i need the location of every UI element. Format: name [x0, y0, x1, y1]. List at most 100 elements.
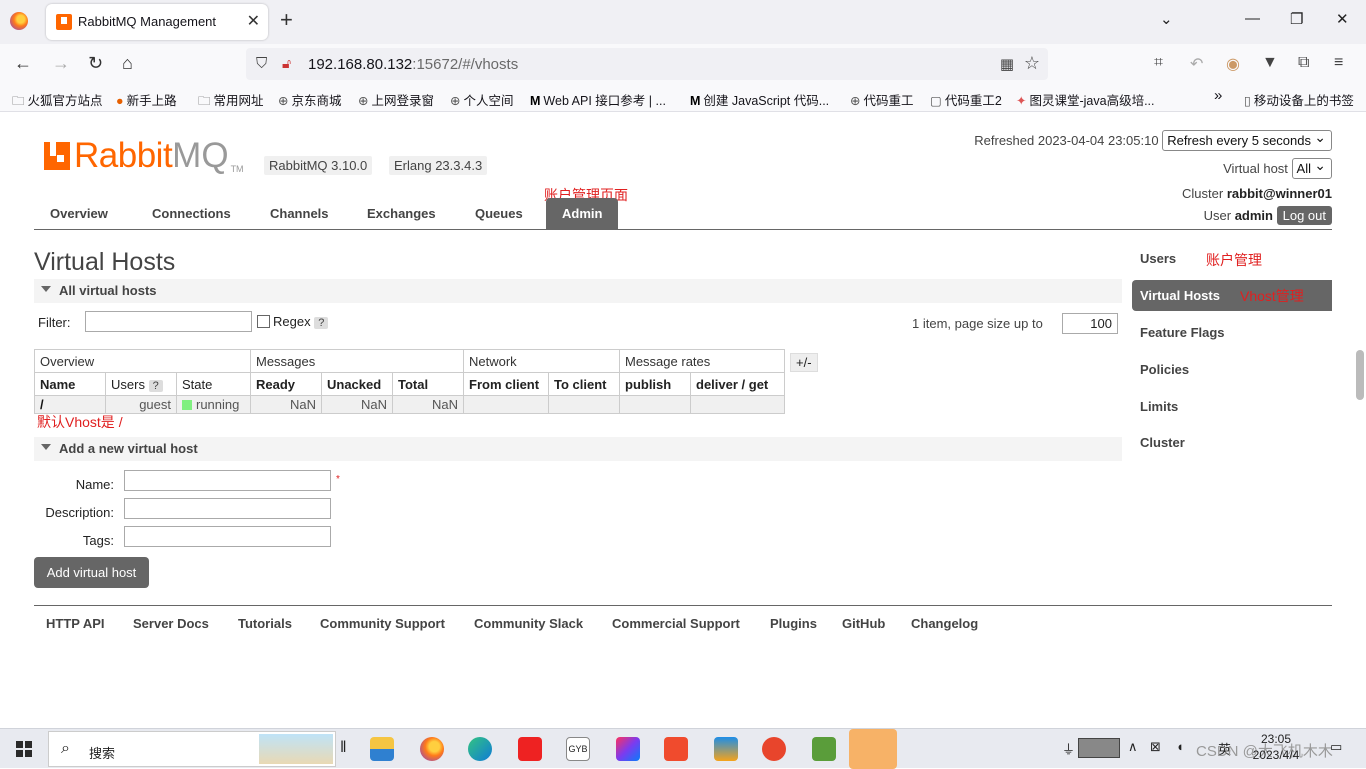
tab-connections[interactable]: Connections	[152, 206, 231, 221]
rabbitmq-logo[interactable]: RabbitMQ TM	[44, 136, 244, 176]
taskbar-clock[interactable]: 23:05 2023/4/4	[1246, 731, 1306, 763]
notification-icon[interactable]: ▭	[1330, 739, 1342, 755]
users-help-button[interactable]: ?	[148, 379, 163, 392]
bookmark-item[interactable]: M Web API 接口参考 | ...	[530, 90, 666, 109]
col-total[interactable]: Total	[392, 372, 464, 396]
tab-exchanges[interactable]: Exchanges	[367, 206, 436, 221]
address-bar[interactable]: ⛉ 🔓︎ 192.168.80.132:15672/#/vhosts ▦ ☆	[246, 48, 1048, 80]
footer-link-community-slack[interactable]: Community Slack	[474, 616, 583, 631]
footer-link-tutorials[interactable]: Tutorials	[238, 616, 292, 631]
sidebar-item-limits[interactable]: Limits	[1140, 399, 1178, 414]
bookmarks-overflow-icon[interactable]: »	[1214, 87, 1222, 104]
bookmark-item[interactable]: ⊕ 代码重工	[850, 90, 914, 109]
footer-link-server-docs[interactable]: Server Docs	[133, 616, 209, 631]
bookmark-item[interactable]: 🗀︎ 火狐官方站点	[12, 90, 103, 113]
firefox-icon[interactable]	[10, 12, 28, 30]
bookmark-item[interactable]: ⊕ 上网登录窗	[358, 90, 434, 109]
tab-overview[interactable]: Overview	[50, 206, 108, 221]
table-row[interactable]: / guest running NaN NaN NaN	[34, 395, 785, 414]
url-text[interactable]: 192.168.80.132:15672/#/vhosts	[308, 56, 518, 73]
windows-start-icon[interactable]	[16, 741, 32, 757]
sidebar-item-policies[interactable]: Policies	[1140, 362, 1189, 377]
youdao-icon[interactable]	[518, 737, 542, 761]
extensions-puzzle-icon[interactable]: ⧉	[1298, 54, 1309, 72]
firefox-icon[interactable]	[420, 737, 444, 761]
tray-battery-icon[interactable]	[1078, 738, 1120, 758]
vhost-name-link[interactable]: /	[34, 395, 106, 414]
reload-icon[interactable]: ↻	[88, 52, 103, 74]
footer-link-commercial-support[interactable]: Commercial Support	[612, 616, 740, 631]
vhost-select[interactable]: All	[1291, 157, 1332, 179]
qr-code-icon[interactable]: ▦	[1000, 55, 1014, 73]
regex-help-button[interactable]: ?	[314, 317, 329, 329]
xmind-icon[interactable]	[664, 737, 688, 761]
sidebar-item-cluster[interactable]: Cluster	[1140, 435, 1185, 450]
menu-hamburger-icon[interactable]: ≡	[1334, 54, 1343, 72]
minimize-icon[interactable]: —	[1245, 10, 1260, 27]
add-virtual-host-button[interactable]: Add virtual host	[34, 557, 149, 588]
bookmark-item[interactable]: ⊕ 个人空间	[450, 90, 514, 109]
footer-link-http-api[interactable]: HTTP API	[46, 616, 105, 631]
col-publish[interactable]: publish	[619, 372, 691, 396]
tab-admin[interactable]: Admin	[546, 198, 619, 230]
extension-v-icon[interactable]: ▼	[1262, 54, 1278, 72]
bookmark-item[interactable]: 🗀︎ 常用网址	[198, 90, 264, 113]
bookmark-item[interactable]: ✦ 图灵课堂-java高级培...	[1016, 90, 1155, 109]
add-vhost-section-toggle[interactable]: Add a new virtual host	[34, 437, 1122, 461]
close-window-icon[interactable]: ✕	[1336, 10, 1349, 28]
money-icon[interactable]	[812, 737, 836, 761]
bookmark-item[interactable]: ⊕ 京东商城	[278, 90, 342, 109]
vhost-description-input[interactable]	[124, 498, 331, 519]
back-arrow-icon[interactable]: ←	[14, 52, 32, 74]
col-from-client[interactable]: From client	[463, 372, 549, 396]
snail-icon[interactable]	[762, 737, 786, 761]
vmware-icon[interactable]	[714, 737, 738, 761]
footer-link-plugins[interactable]: Plugins	[770, 616, 817, 631]
filter-input[interactable]	[85, 311, 252, 332]
screenshot-crop-icon[interactable]: ⌗	[1154, 54, 1163, 72]
close-tab-icon[interactable]: ✕	[247, 11, 260, 31]
taskbar-search-box[interactable]: ⌕ 搜索	[48, 731, 336, 767]
sidebar-item-users[interactable]: Users	[1140, 251, 1176, 266]
forward-arrow-icon[interactable]: →	[52, 52, 70, 74]
wechat-icon[interactable]	[849, 729, 897, 769]
vhost-tags-input[interactable]	[124, 526, 331, 547]
bookmark-item[interactable]: ▢ 代码重工2	[930, 90, 1002, 109]
tray-chevron-up-icon[interactable]: ∧	[1128, 739, 1138, 755]
sidebar-item-feature-flags[interactable]: Feature Flags	[1140, 325, 1225, 340]
maximize-icon[interactable]: ❐	[1290, 10, 1303, 28]
gyb-icon[interactable]: GYB	[566, 737, 590, 761]
all-vhosts-section-toggle[interactable]: All virtual hosts	[34, 279, 1122, 303]
col-users[interactable]: Users ?	[105, 372, 177, 396]
tab-queues[interactable]: Queues	[475, 206, 523, 221]
col-to-client[interactable]: To client	[548, 372, 620, 396]
col-name[interactable]: Name	[34, 372, 106, 396]
undo-icon[interactable]: ↶	[1190, 54, 1203, 74]
task-view-icon[interactable]: ‖	[340, 739, 347, 757]
home-icon[interactable]: ⌂	[122, 52, 133, 74]
footer-link-changelog[interactable]: Changelog	[911, 616, 978, 631]
shield-icon[interactable]: ⛉	[256, 55, 267, 72]
bookmark-star-icon[interactable]: ☆	[1024, 53, 1040, 74]
bookmark-item[interactable]: ● 新手上路	[116, 90, 177, 109]
insecure-lock-icon[interactable]: 🔓︎	[282, 55, 291, 72]
page-scrollbar[interactable]	[1356, 350, 1364, 400]
columns-toggle-button[interactable]: +/-	[790, 353, 818, 372]
new-tab-icon[interactable]: +	[280, 8, 293, 32]
vhost-name-input[interactable]	[124, 470, 331, 491]
tab-list-chevron-icon[interactable]: ⌄	[1160, 10, 1173, 28]
page-size-input[interactable]: 100	[1062, 313, 1118, 334]
bookmark-item[interactable]: M 创建 JavaScript 代码...	[690, 90, 829, 109]
col-unacked[interactable]: Unacked	[321, 372, 393, 396]
col-deliver-get[interactable]: deliver / get	[690, 372, 785, 396]
refresh-interval-select[interactable]: Refresh every 5 seconds	[1162, 129, 1332, 151]
tray-network-icon[interactable]: ⊠	[1150, 739, 1161, 755]
edge-icon[interactable]	[468, 737, 492, 761]
tray-hardware-icon[interactable]: ⏚	[1062, 739, 1075, 758]
footer-link-community-support[interactable]: Community Support	[320, 616, 445, 631]
footer-link-github[interactable]: GitHub	[842, 616, 885, 631]
col-ready[interactable]: Ready	[250, 372, 322, 396]
bookmark-item[interactable]: ▯ 移动设备上的书签	[1244, 90, 1354, 109]
extension-avatar-icon[interactable]: ◉	[1226, 54, 1240, 74]
browser-tab[interactable]: RabbitMQ Management ✕	[46, 4, 268, 40]
